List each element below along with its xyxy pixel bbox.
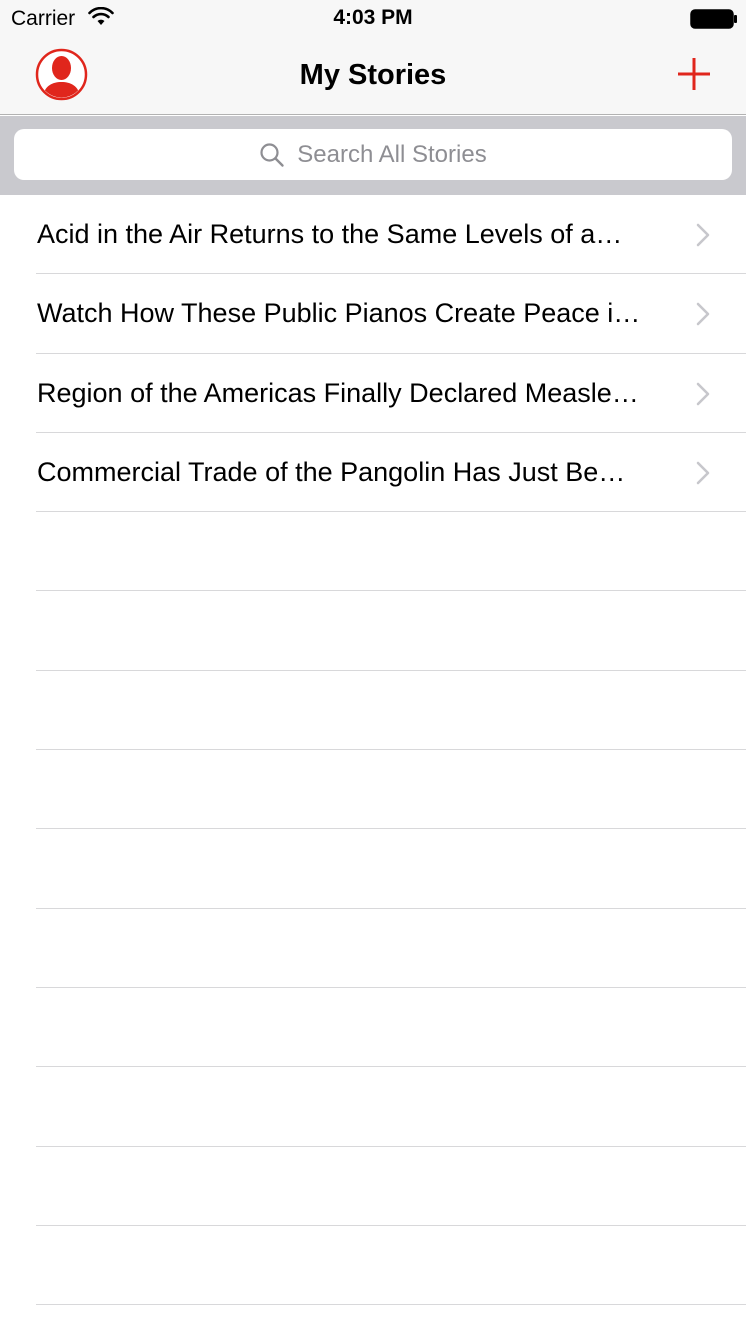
chevron-right-icon [696, 302, 710, 326]
story-row[interactable]: Watch How These Public Pianos Create Pea… [0, 274, 746, 354]
story-row[interactable]: Commercial Trade of the Pangolin Has Jus… [0, 433, 746, 513]
story-row[interactable]: Region of the Americas Finally Declared … [0, 354, 746, 434]
empty-table-row [0, 750, 746, 830]
story-title: Region of the Americas Finally Declared … [37, 377, 639, 408]
screen: Carrier 4:03 PM My Stories Search All St… [0, 0, 746, 1326]
search-icon [260, 142, 284, 167]
empty-table-row [0, 671, 746, 751]
empty-table-row [0, 591, 746, 672]
empty-table-row [0, 829, 746, 909]
story-title: Acid in the Air Returns to the Same Leve… [37, 219, 623, 249]
search-input[interactable]: Search All Stories [14, 129, 732, 180]
stories-list: Acid in the Air Returns to the Same Leve… [0, 195, 746, 1326]
empty-table-row [0, 512, 746, 592]
status-time: 4:03 PM [333, 6, 413, 29]
empty-table-row [0, 1226, 746, 1306]
story-row[interactable]: Acid in the Air Returns to the Same Leve… [0, 195, 746, 275]
chevron-right-icon [696, 223, 710, 247]
empty-table-row [0, 988, 746, 1068]
status-bar: Carrier 4:03 PM [0, 0, 746, 38]
empty-table-row [0, 1067, 746, 1147]
story-title: Commercial Trade of the Pangolin Has Jus… [37, 456, 626, 487]
top-bar: Carrier 4:03 PM My Stories [0, 0, 746, 115]
empty-table-row [0, 1147, 746, 1227]
navigation-bar: My Stories [0, 38, 746, 115]
empty-table-row [0, 909, 746, 989]
chevron-right-icon [696, 382, 710, 405]
empty-table-row [0, 1305, 746, 1326]
chevron-right-icon [696, 461, 710, 485]
search-bar: Search All Stories [0, 116, 746, 195]
search-placeholder: Search All Stories [297, 140, 487, 168]
story-title: Watch How These Public Pianos Create Pea… [37, 298, 641, 329]
page-title: My Stories [299, 59, 447, 91]
battery-icon [690, 9, 737, 29]
plus-icon[interactable] [672, 52, 716, 96]
